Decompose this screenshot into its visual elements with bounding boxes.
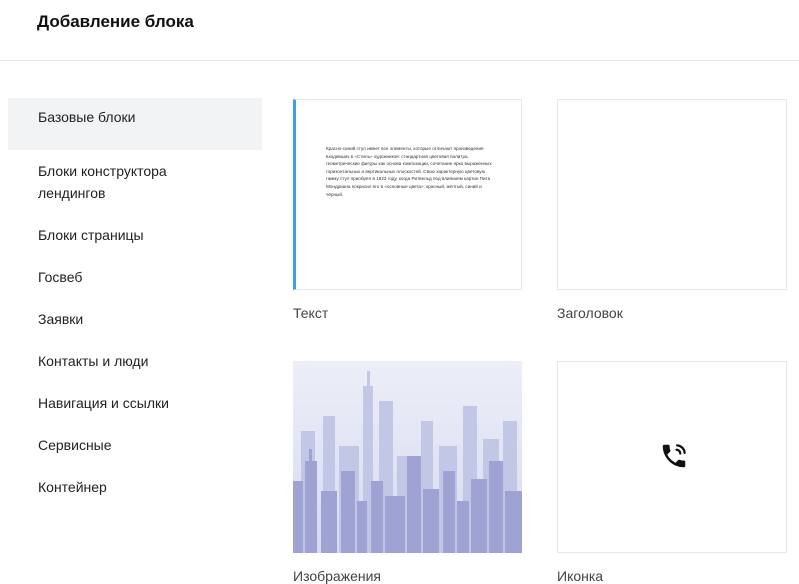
sidebar-item-page-blocks[interactable]: Блоки страницы [8,214,262,256]
text-block-preview: Красно-синий стул имеет все элементы, ко… [326,146,492,197]
category-sidebar: Базовые блоки Блоки конструктора лендинг… [8,98,262,508]
heading-block-label: Заголовок [557,305,623,321]
sidebar-item-basic-blocks[interactable]: Базовые блоки [8,98,262,150]
sidebar-item-navigation[interactable]: Навигация и ссылки [8,382,262,424]
phone-call-icon [662,444,686,468]
image-block-label: Изображения [293,568,381,584]
sidebar-item-requests[interactable]: Заявки [8,298,262,340]
icon-block-card[interactable] [557,361,787,553]
text-block-label: Текст [293,305,329,321]
page-title: Добавление блока [37,12,194,31]
sidebar-item-gosweb[interactable]: Госвеб [8,256,262,298]
sidebar-item-contacts[interactable]: Контакты и люди [8,340,262,382]
page-header: Добавление блока [0,0,799,61]
sidebar-item-services[interactable]: Сервисные [8,424,262,466]
icon-block-label: Иконка [557,568,604,584]
text-block-card[interactable]: Красно-синий стул имеет все элементы, ко… [293,99,522,290]
city-skyline-image [293,361,522,553]
image-block-card[interactable] [293,361,522,553]
sidebar-item-container[interactable]: Контейнер [8,466,262,508]
heading-block-card[interactable] [557,99,787,290]
sidebar-item-landing-blocks[interactable]: Блоки конструктора лендингов [8,150,218,214]
